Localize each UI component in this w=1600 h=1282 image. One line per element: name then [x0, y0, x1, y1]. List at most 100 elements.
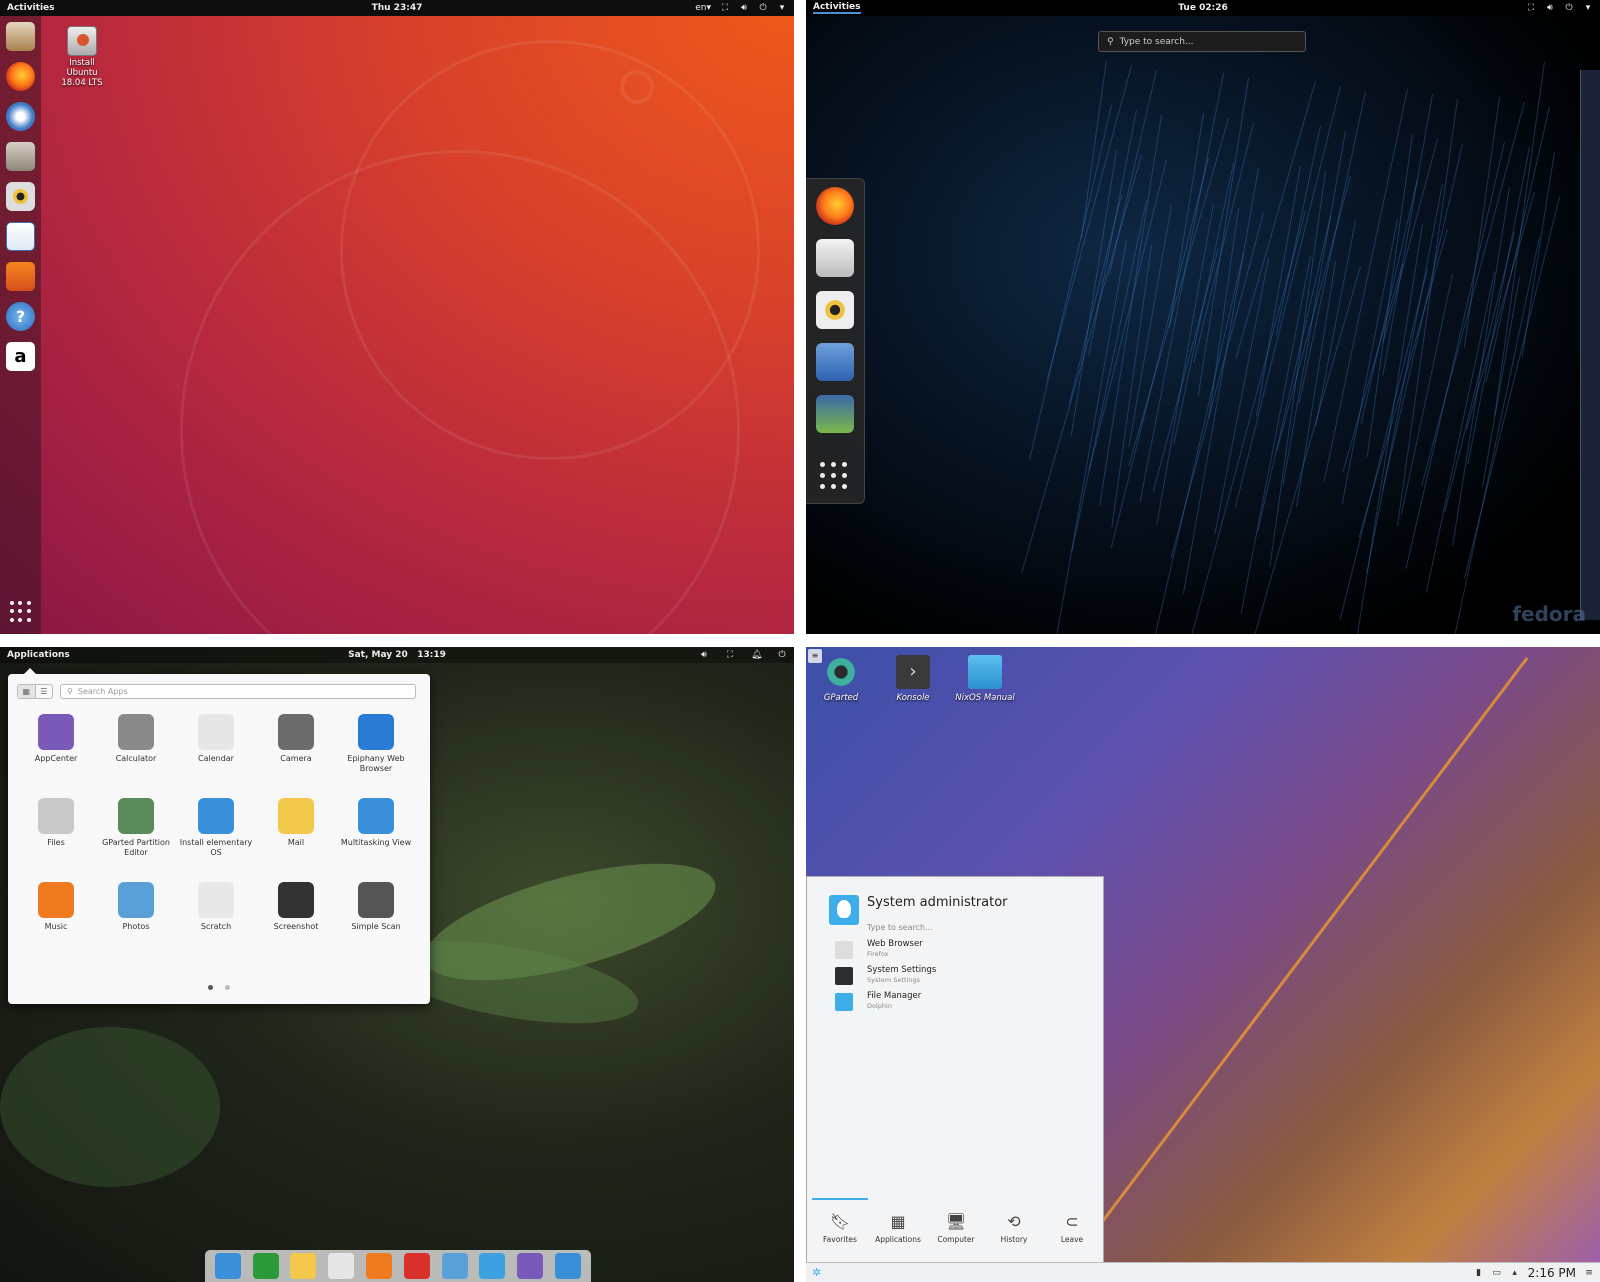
app-label: Calendar: [198, 754, 234, 763]
show-applications-button[interactable]: [10, 601, 31, 622]
app-launcher[interactable]: Multitasking View: [336, 796, 416, 868]
firefox-icon[interactable]: [816, 187, 854, 225]
user-avatar[interactable]: [829, 895, 859, 925]
tab-computer[interactable]: 🖥︎ Computer: [928, 1198, 984, 1250]
app-launcher[interactable]: Photos: [96, 880, 176, 952]
rhythmbox-icon[interactable]: [6, 182, 35, 211]
app-launcher[interactable]: Files: [16, 796, 96, 868]
files-icon[interactable]: [816, 343, 854, 381]
nixos-manual-desktop-icon[interactable]: NixOS Manual: [955, 655, 1015, 703]
app-launcher[interactable]: Scratch: [176, 880, 256, 952]
app-launcher[interactable]: Mail: [256, 796, 336, 868]
dock-app-icon[interactable]: [252, 1253, 279, 1279]
dock-app-icon[interactable]: [517, 1253, 544, 1279]
help-icon[interactable]: ?: [6, 302, 35, 331]
app-label: Install elementary OS: [179, 838, 253, 857]
panel-menu-icon[interactable]: ≡: [1584, 1268, 1594, 1278]
favorite-system-settings[interactable]: System Settings System Settings: [835, 965, 1095, 989]
dock-app-icon[interactable]: [441, 1253, 468, 1279]
dock-app-icon[interactable]: [403, 1253, 430, 1279]
language-indicator[interactable]: en▾: [695, 3, 711, 13]
search-input[interactable]: Type to search...: [867, 923, 933, 932]
page-dot[interactable]: [208, 985, 213, 990]
app-launcher[interactable]: Epiphany Web Browser: [336, 712, 416, 784]
app-launcher[interactable]: Music: [16, 880, 96, 952]
chevron-down-icon[interactable]: ▾: [1583, 3, 1593, 13]
top-bar: Applications Sat, May 20 13:19 🔊︎ ⛶ 🔔︎ ⏻: [0, 647, 794, 663]
tab-leave[interactable]: ⊂ Leave: [1044, 1198, 1100, 1250]
fedora-installer-icon[interactable]: [816, 395, 854, 433]
application-launcher-icon[interactable]: ✲: [812, 1266, 821, 1279]
files-icon[interactable]: [6, 142, 35, 171]
app-launcher[interactable]: Calendar: [176, 712, 256, 784]
notifications-icon[interactable]: 🔔︎: [751, 650, 762, 660]
network-icon[interactable]: ⛶: [1526, 3, 1536, 13]
favorite-web-browser[interactable]: Web Browser Firefox: [835, 939, 1095, 963]
clock[interactable]: Thu 23:47: [372, 3, 423, 13]
app-icon: [358, 714, 394, 750]
firefox-icon[interactable]: [6, 62, 35, 91]
power-icon[interactable]: ⏻: [758, 3, 768, 13]
konsole-desktop-icon[interactable]: › Konsole: [883, 655, 943, 703]
show-applications-button[interactable]: [820, 462, 848, 490]
dock-app-icon[interactable]: [290, 1253, 317, 1279]
amazon-icon[interactable]: a: [6, 342, 35, 371]
fiber-strand: [1070, 149, 1117, 437]
fedora-watermark: fedora: [1512, 602, 1586, 626]
date-time[interactable]: Sat, May 20 13:19: [348, 650, 446, 660]
app-launcher[interactable]: Camera: [256, 712, 336, 784]
tab-applications[interactable]: ▦ Applications: [870, 1198, 926, 1250]
workspace-switcher[interactable]: [1580, 70, 1600, 620]
thunderbird-icon[interactable]: [6, 102, 35, 131]
top-bar: Activities Tue 02:26 ⛶ 🔊︎ ⏻ ▾: [806, 0, 1600, 16]
display-icon[interactable]: ▭: [1492, 1268, 1502, 1278]
gparted-desktop-icon[interactable]: GParted: [811, 655, 871, 703]
category-view-button[interactable]: ☰: [36, 685, 53, 698]
volume-icon[interactable]: 🔊︎: [699, 650, 709, 660]
libreoffice-writer-icon[interactable]: [6, 222, 35, 251]
page-dot[interactable]: [225, 985, 230, 990]
history-icon: ⟲: [1007, 1212, 1021, 1231]
chevron-up-icon[interactable]: ▴: [1510, 1268, 1520, 1278]
clock[interactable]: 2:16 PM: [1528, 1266, 1576, 1280]
dock-app-icon[interactable]: [479, 1253, 506, 1279]
tab-history[interactable]: ⟲ History: [986, 1198, 1042, 1250]
software-updater-icon[interactable]: [6, 22, 35, 51]
wallpaper-stripe: [1068, 657, 1529, 1266]
volume-icon[interactable]: 🔊︎: [739, 3, 749, 13]
applications-button[interactable]: Applications: [7, 650, 70, 660]
power-icon[interactable]: ⏻: [1564, 3, 1574, 13]
dock-app-icon[interactable]: [328, 1253, 355, 1279]
search-placeholder: Type to search...: [1119, 36, 1194, 47]
network-icon[interactable]: ⛶: [725, 650, 735, 660]
dock-app-icon[interactable]: [555, 1253, 582, 1279]
konsole-icon: ›: [896, 655, 930, 689]
search-input[interactable]: ⚲ Search Apps: [60, 684, 416, 699]
app-launcher[interactable]: GParted Partition Editor: [96, 796, 176, 868]
network-icon[interactable]: ⛶: [720, 3, 730, 13]
chevron-down-icon[interactable]: ▾: [777, 3, 787, 13]
evolution-icon[interactable]: [816, 239, 854, 277]
dock-app-icon[interactable]: [366, 1253, 393, 1279]
tab-favorites[interactable]: 🔖︎ Favorites: [812, 1198, 868, 1250]
activities-button[interactable]: Activities: [7, 3, 55, 13]
volume-icon[interactable]: 🔊︎: [1545, 3, 1555, 13]
app-launcher[interactable]: AppCenter: [16, 712, 96, 784]
app-launcher[interactable]: Calculator: [96, 712, 176, 784]
install-ubuntu-desktop-icon[interactable]: Install Ubuntu 18.04 LTS: [60, 26, 104, 88]
activities-button[interactable]: Activities: [813, 2, 861, 14]
clipboard-icon[interactable]: ▮: [1474, 1268, 1484, 1278]
search-input[interactable]: ⚲ Type to search...: [1098, 31, 1306, 52]
clock[interactable]: Tue 02:26: [1178, 3, 1227, 13]
ubuntu-software-icon[interactable]: [6, 262, 35, 291]
app-launcher[interactable]: Screenshot: [256, 880, 336, 952]
app-label: Photos: [122, 922, 150, 931]
app-launcher[interactable]: Simple Scan: [336, 880, 416, 952]
rhythmbox-icon[interactable]: [816, 291, 854, 329]
favorite-file-manager[interactable]: File Manager Dolphin: [835, 991, 1095, 1015]
power-icon[interactable]: ⏻: [777, 650, 787, 660]
dock-app-icon[interactable]: [214, 1253, 241, 1279]
grid-view-button[interactable]: ▦: [18, 685, 36, 698]
view-toggle: ▦ ☰: [17, 684, 53, 699]
app-launcher[interactable]: Install elementary OS: [176, 796, 256, 868]
